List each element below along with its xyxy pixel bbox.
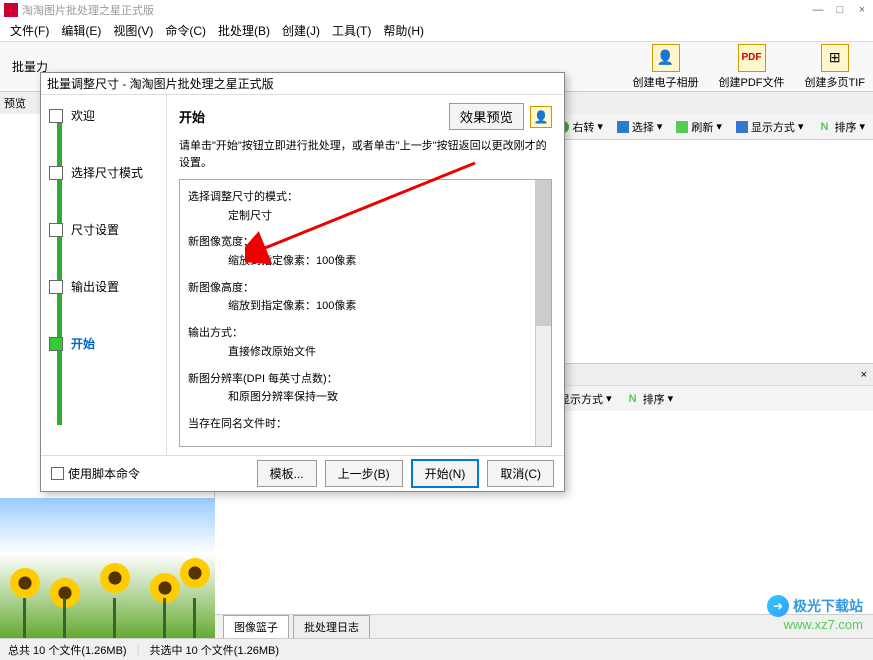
dialog-header-icon: 👤 (530, 106, 552, 128)
app-title: 淘淘图片批处理之星正式版 (22, 2, 154, 18)
script-checkbox-label: 使用脚本命令 (68, 465, 140, 482)
title-bar: 淘淘图片批处理之星正式版 — □ × (0, 0, 873, 20)
dialog-footer: 使用脚本命令 模板... 上一步(B) 开始(N) 取消(C) (41, 455, 564, 491)
preview-image (0, 498, 215, 638)
menu-edit[interactable]: 编辑(E) (55, 20, 107, 41)
tab-basket[interactable]: 图像篮子 (223, 615, 289, 638)
setting-mode-value: 定制尺寸 (188, 207, 543, 226)
album-icon: 👤 (652, 44, 680, 72)
setting-width-label: 新图像宽度： (188, 233, 543, 252)
dialog-settings-box: 选择调整尺寸的模式： 定制尺寸 新图像宽度： 缩放到指定像素：100像素 新图像… (179, 179, 552, 447)
setting-dpi-value: 和原图分辨率保持一致 (188, 388, 543, 407)
setting-height-label: 新图像高度： (188, 279, 543, 298)
menu-create[interactable]: 创建(J) (276, 20, 326, 41)
status-bar: 总共 10 个文件(1.26MB) | 共选中 10 个文件(1.26MB) (0, 638, 873, 660)
menu-tools[interactable]: 工具(T) (326, 20, 377, 41)
tif-icon: ⊞ (821, 44, 849, 72)
setting-exist-label: 当存在同名文件时： (188, 415, 543, 434)
template-button[interactable]: 模板... (257, 460, 317, 487)
refresh-button[interactable]: 刷新 ▾ (672, 117, 726, 137)
tab-log[interactable]: 批处理日志 (293, 615, 370, 638)
script-checkbox[interactable] (51, 467, 64, 480)
dialog-title-bar: 批量调整尺寸 - 淘淘图片批处理之星正式版 (41, 73, 564, 95)
basket-close-button[interactable]: × (861, 369, 867, 381)
watermark-icon: ➜ (767, 595, 789, 617)
step-output[interactable]: 输出设置 (49, 278, 158, 295)
preview-button[interactable]: 效果预览 (449, 103, 524, 130)
prev-button[interactable]: 上一步(B) (325, 460, 403, 487)
dialog-title: 批量调整尺寸 - 淘淘图片批处理之星正式版 (47, 75, 274, 92)
step-welcome[interactable]: 欢迎 (49, 107, 158, 124)
app-icon (4, 3, 18, 17)
setting-mode-label: 选择调整尺寸的模式： (188, 188, 543, 207)
menu-command[interactable]: 命令(C) (159, 20, 212, 41)
dialog-description: 请单击"开始"按钮立即进行批处理，或者单击"上一步"按钮返回以更改刚才的设置。 (179, 138, 552, 171)
display-icon (736, 121, 748, 133)
display-mode-button[interactable]: 显示方式 ▾ (732, 117, 808, 137)
setting-output-label: 输出方式： (188, 324, 543, 343)
menu-help[interactable]: 帮助(H) (377, 20, 430, 41)
step-mode[interactable]: 选择尺寸模式 (49, 164, 158, 181)
setting-output-value: 直接修改原始文件 (188, 343, 543, 362)
watermark: ➜ 极光下载站 www.xz7.com (767, 595, 863, 632)
refresh-icon (676, 121, 688, 133)
close-button[interactable]: × (855, 4, 869, 16)
watermark-url: www.xz7.com (767, 617, 863, 632)
tool-album[interactable]: 👤创建电子相册 (633, 44, 699, 90)
sort-icon: N (626, 392, 640, 406)
tool-pdf[interactable]: PDF创建PDF文件 (719, 44, 785, 90)
sort-icon: N (817, 120, 831, 134)
start-button[interactable]: 开始(N) (411, 459, 480, 488)
status-selected: 共选中 10 个文件(1.26MB) (149, 642, 279, 658)
setting-width-value: 缩放到指定像素：100像素 (188, 252, 543, 271)
setting-dpi-label: 新图分辨率(DPI 每英寸点数)： (188, 370, 543, 389)
step-start[interactable]: 开始 (49, 335, 158, 352)
cancel-button[interactable]: 取消(C) (487, 460, 554, 487)
menu-file[interactable]: 文件(F) (4, 20, 55, 41)
menu-bar: 文件(F) 编辑(E) 视图(V) 命令(C) 批处理(B) 创建(J) 工具(… (0, 20, 873, 42)
sort-button[interactable]: N排序 ▾ (813, 117, 869, 137)
resize-dialog: 批量调整尺寸 - 淘淘图片批处理之星正式版 欢迎 选择尺寸模式 尺寸设置 输出设… (40, 72, 565, 492)
minimize-button[interactable]: — (811, 4, 825, 16)
maximize-button[interactable]: □ (833, 4, 847, 16)
dialog-steps-sidebar: 欢迎 选择尺寸模式 尺寸设置 输出设置 开始 (41, 95, 166, 455)
menu-view[interactable]: 视图(V) (107, 20, 159, 41)
select-button[interactable]: 选择 ▾ (613, 117, 667, 137)
status-total: 总共 10 个文件(1.26MB) (8, 642, 127, 658)
window-controls: — □ × (811, 4, 869, 16)
select-icon (617, 121, 629, 133)
step-size[interactable]: 尺寸设置 (49, 221, 158, 238)
dialog-header: 开始 (179, 107, 205, 126)
tool-tif[interactable]: ⊞创建多页TIF (805, 44, 866, 90)
watermark-name: 极光下载站 (793, 596, 863, 616)
settings-scrollbar[interactable] (535, 180, 551, 446)
sort-button[interactable]: N排序 ▾ (622, 389, 678, 409)
setting-height-value: 缩放到指定像素：100像素 (188, 297, 543, 316)
script-checkbox-wrap[interactable]: 使用脚本命令 (51, 465, 140, 482)
preview-label: 预览 (4, 95, 26, 111)
dialog-main: 开始 效果预览 👤 请单击"开始"按钮立即进行批处理，或者单击"上一步"按钮返回… (166, 95, 564, 455)
pdf-icon: PDF (738, 44, 766, 72)
menu-batch[interactable]: 批处理(B) (212, 20, 276, 41)
